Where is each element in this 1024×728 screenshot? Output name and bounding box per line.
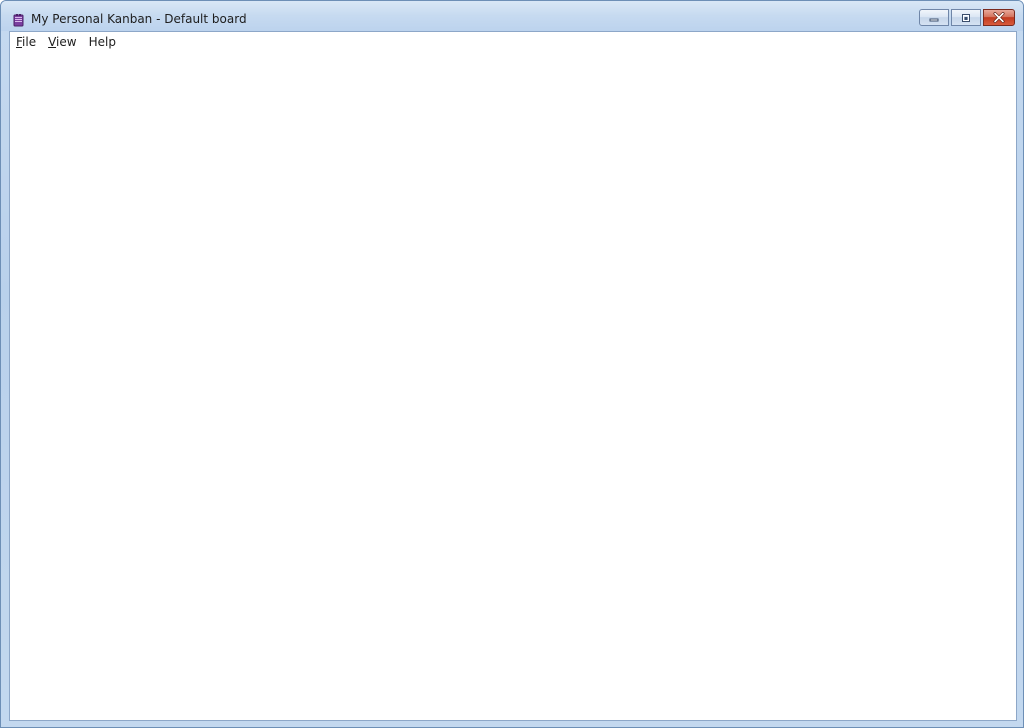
- close-icon: [984, 10, 1014, 25]
- app-window: My Personal Kanban - Default board File …: [0, 0, 1024, 728]
- menu-help-label: Help: [88, 35, 116, 49]
- menu-file-label: ile: [22, 35, 37, 49]
- menu-file[interactable]: File: [12, 33, 42, 51]
- maximize-button[interactable]: [951, 9, 981, 26]
- window-title: My Personal Kanban - Default board: [31, 12, 247, 26]
- menu-view-accel: V: [48, 35, 57, 49]
- menu-bar: File View Help: [10, 32, 124, 52]
- minimize-icon: [920, 10, 948, 25]
- menu-help[interactable]: Help: [85, 33, 122, 51]
- menu-view-label: iew: [56, 35, 77, 49]
- minimize-button[interactable]: [919, 9, 949, 26]
- maximize-icon: [952, 10, 980, 25]
- title-bar[interactable]: My Personal Kanban - Default board: [1, 1, 1023, 31]
- kanban-app-icon[interactable]: [12, 12, 26, 27]
- close-button[interactable]: [983, 9, 1015, 26]
- menu-view[interactable]: View: [44, 33, 82, 51]
- caption-buttons: [919, 9, 1015, 28]
- main-client-area[interactable]: File View Help: [9, 31, 1017, 721]
